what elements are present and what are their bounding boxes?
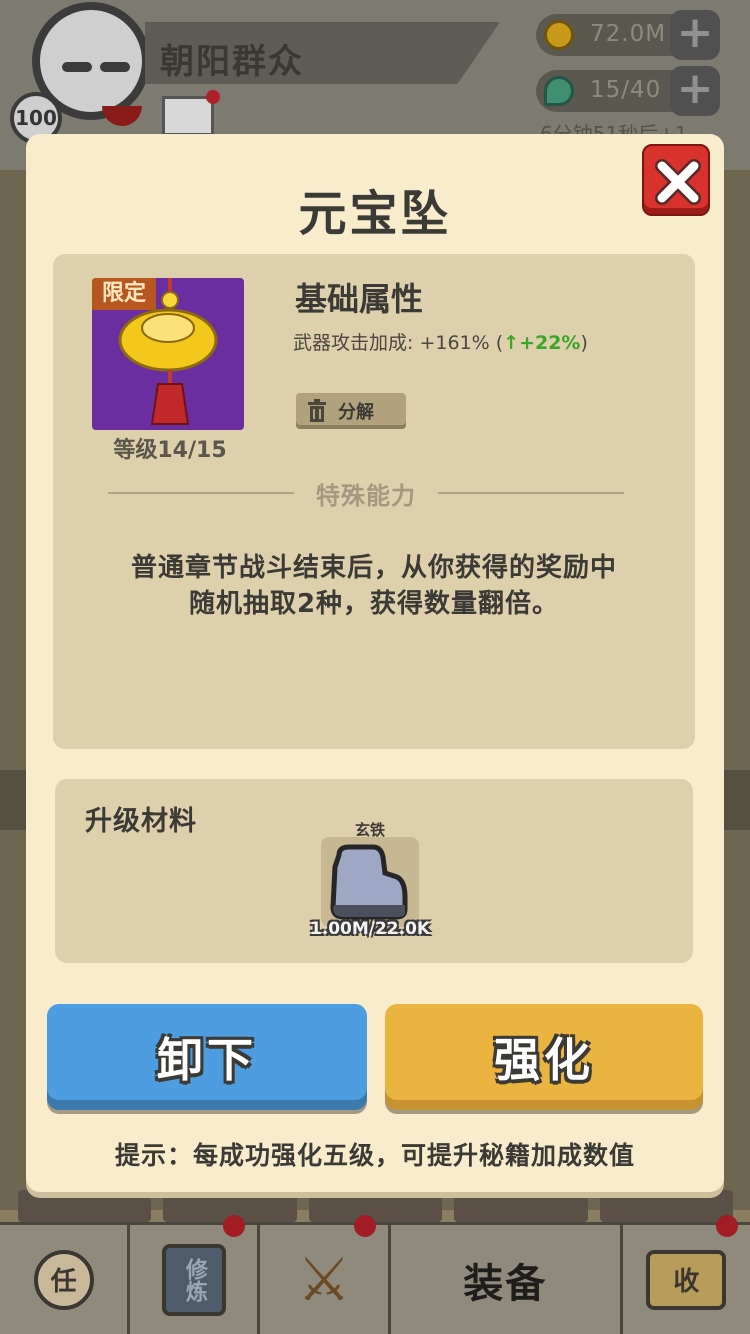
stamina-counter: 15/40 + — [536, 66, 720, 116]
nav-equip-label: 装备 — [463, 1260, 548, 1307]
divider-line — [108, 492, 294, 494]
special-description: 普通章节战斗结束后，从你获得的奖励中 随机抽取2种，获得数量翻倍。 — [83, 550, 665, 622]
coins-value: 72.0M — [590, 21, 667, 47]
notification-dot — [715, 1215, 738, 1237]
notification-dot — [353, 1215, 376, 1237]
decompose-label: 分解 — [338, 402, 374, 423]
nav-collect[interactable]: 收 — [623, 1215, 750, 1334]
enhance-hint: 提示：每成功强化五级，可提升秘籍加成数值 — [114, 1141, 635, 1170]
stamina-drop-icon — [544, 76, 574, 106]
materials-title: 升级材料 — [85, 806, 197, 837]
crossed-swords-icon: ⚔ — [297, 1244, 351, 1315]
item-image: 限定 — [92, 278, 244, 430]
stat-label: 武器攻击加成: +161% ( — [293, 332, 504, 354]
close-x-icon — [655, 159, 701, 205]
unequip-button[interactable]: 卸下 — [47, 1004, 367, 1110]
coins-counter: 72.0M + — [536, 10, 720, 60]
special-title: 特殊能力 — [316, 481, 416, 510]
nav-equip[interactable]: 装备 — [391, 1225, 623, 1334]
upgrade-materials-panel: 升级材料 玄铁 1.00M/22.0K — [55, 779, 693, 963]
stat-bonus: +22% — [519, 332, 581, 354]
item-info-panel: 限定 等级14/15 基础属性 武器攻击加成: +161% (↑+22%) 分解… — [53, 254, 695, 749]
material-amount: 1.00M/22.0K — [309, 919, 431, 939]
stamina-value: 15/40 — [590, 77, 662, 103]
player-name: 朝阳群众 — [160, 42, 304, 82]
iron-ore-icon — [330, 844, 408, 920]
item-title: 元宝坠 — [298, 186, 452, 242]
decompose-button[interactable]: 分解 — [296, 393, 406, 429]
background-item-row — [18, 1190, 734, 1222]
divider-line — [438, 492, 624, 494]
limited-tag: 限定 — [92, 278, 156, 310]
stat-close: ) — [580, 332, 588, 354]
base-attr-title: 基础属性 — [295, 280, 424, 318]
notification-dot — [223, 1215, 246, 1237]
trash-icon — [308, 399, 326, 422]
nav-task[interactable]: 任 — [0, 1225, 131, 1334]
enhance-button[interactable]: 强化 — [385, 1004, 703, 1110]
nav-battle[interactable]: ⚔ — [260, 1215, 391, 1334]
bottom-nav: 任 修炼 ⚔ 装备 收 — [0, 1215, 750, 1334]
item-detail-modal: 元宝坠 限定 等级14/15 基础属性 武器攻击加成: +161% (↑+22%… — [26, 134, 724, 1192]
stat-line: 武器攻击加成: +161% (↑+22%) — [293, 328, 588, 355]
training-book-icon: 修炼 — [161, 1243, 226, 1316]
special-desc-line1: 普通章节战斗结束后，从你获得的奖励中 — [130, 553, 617, 583]
item-level: 等级14/15 — [113, 438, 227, 463]
mail-icon[interactable] — [162, 96, 214, 136]
task-scroll-icon: 任 — [33, 1249, 94, 1310]
avatar[interactable]: 100 — [10, 0, 153, 144]
up-arrow-icon: ↑ — [503, 332, 520, 354]
add-coins-button[interactable]: + — [670, 10, 720, 60]
special-desc-line2: 随机抽取2种，获得数量翻倍。 — [188, 589, 560, 619]
coin-icon — [544, 20, 574, 50]
material-slot[interactable] — [321, 837, 419, 927]
nav-train[interactable]: 修炼 — [130, 1215, 261, 1334]
collection-pavilion-icon: 收 — [646, 1249, 727, 1310]
notification-dot — [206, 90, 220, 104]
add-stamina-button[interactable]: + — [670, 66, 720, 116]
close-button[interactable] — [642, 144, 710, 216]
special-divider: 特殊能力 — [108, 478, 624, 510]
